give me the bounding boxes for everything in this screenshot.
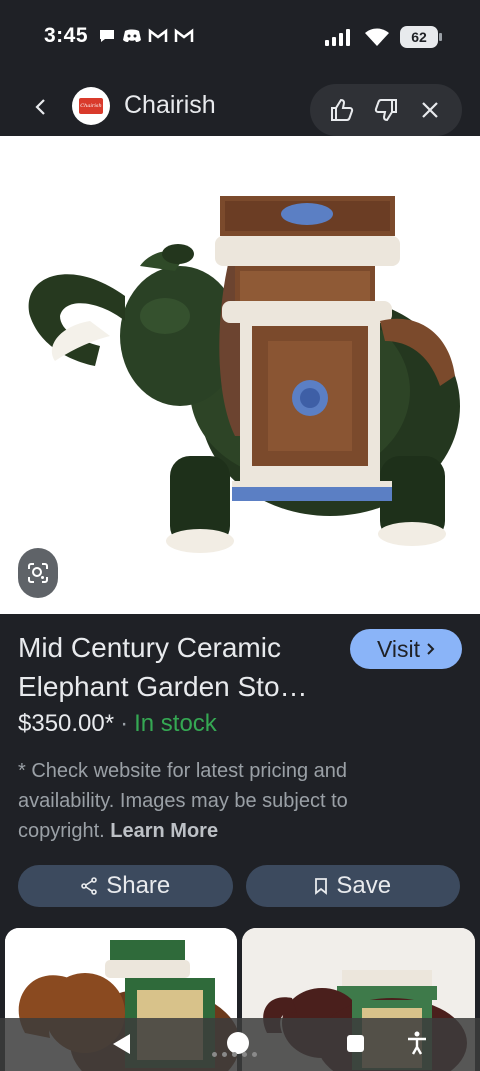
close-icon: [422, 102, 438, 118]
signal-icon: [325, 29, 350, 46]
discord-icon: [123, 29, 141, 42]
nav-home-button[interactable]: [227, 1032, 249, 1054]
chevron-right-icon: [427, 643, 435, 655]
lens-icon: [28, 563, 48, 583]
thumbs-down-button[interactable]: [368, 92, 404, 128]
nav-recents-button[interactable]: [347, 1035, 364, 1052]
share-button[interactable]: Share: [18, 865, 233, 907]
wifi-icon: [365, 28, 389, 46]
share-label: Share: [106, 872, 171, 899]
action-buttons: Share Save: [18, 865, 460, 907]
price: $350.00*: [18, 710, 115, 737]
navigation-bar: [0, 1018, 480, 1071]
system-icons: 62: [324, 26, 442, 48]
accessibility-icon[interactable]: [406, 1031, 428, 1055]
product-image[interactable]: [0, 136, 480, 614]
site-logo-mark: Chairish: [79, 98, 103, 114]
visit-label: Visit: [376, 635, 421, 662]
gmail-icon: [148, 28, 168, 42]
product-info: Mid Century Ceramic Elephant Garden Sto……: [0, 614, 480, 1071]
separator-dot: ·: [120, 710, 129, 737]
site-logo[interactable]: Chairish: [72, 87, 110, 125]
status-time: 3:45: [44, 24, 89, 47]
product-title: Mid Century Ceramic Elephant Garden Sto…: [18, 632, 308, 702]
battery-icon: 62: [400, 26, 442, 48]
battery-level: 62: [411, 29, 427, 45]
disclaimer: * Check website for latest pricing and a…: [18, 756, 438, 846]
price-row: $350.00* · In stock: [18, 710, 217, 738]
bookmark-icon: [315, 878, 328, 895]
visit-button[interactable]: Visit: [350, 629, 462, 669]
gmail-icon: [174, 28, 194, 42]
page-indicator: [212, 1052, 257, 1057]
notification-icons: [98, 28, 194, 44]
thumbs-up-button[interactable]: [324, 92, 360, 128]
chat-bubble-icon: [100, 30, 114, 42]
elephant-image: [28, 196, 460, 553]
stock-status: In stock: [134, 710, 217, 737]
save-label: Save: [336, 872, 392, 899]
status-bar: 3:45 62: [0, 0, 480, 78]
save-button[interactable]: Save: [245, 865, 460, 907]
feedback-pill: [310, 84, 462, 136]
back-button[interactable]: [26, 92, 56, 122]
nav-back-icon[interactable]: [110, 1032, 132, 1056]
lens-button[interactable]: [18, 548, 58, 598]
back-arrow-icon: [35, 99, 45, 115]
header: Chairish Chairish: [0, 78, 480, 136]
share-icon: [81, 877, 98, 895]
learn-more-link[interactable]: Learn More: [110, 820, 218, 842]
site-name[interactable]: Chairish: [124, 91, 216, 120]
close-button[interactable]: [412, 92, 448, 128]
thumbs-up-icon: [331, 98, 354, 121]
thumbs-down-icon: [374, 99, 397, 122]
